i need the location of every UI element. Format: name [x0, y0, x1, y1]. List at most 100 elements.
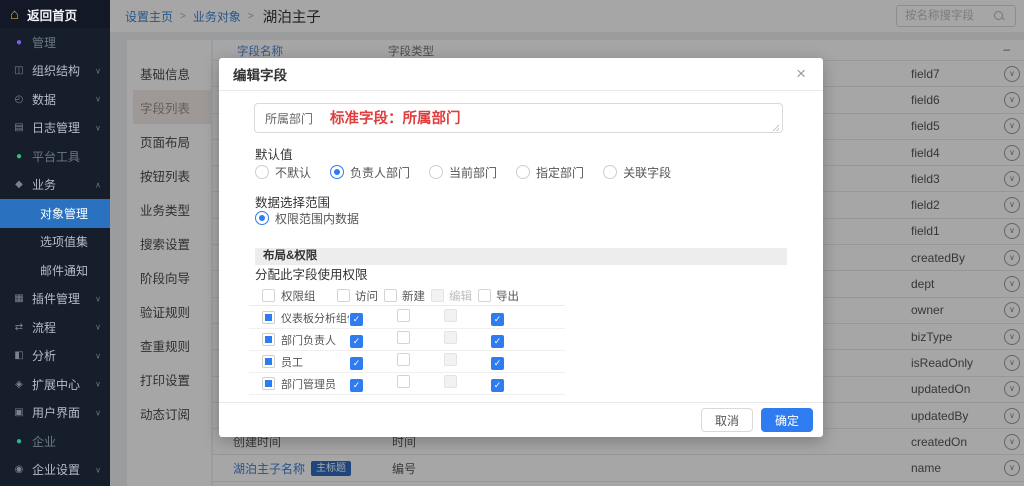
sidebar-item-icon: ◧	[12, 350, 26, 361]
sidebar-item[interactable]: ◈ 扩展中心 ∨	[0, 370, 110, 399]
create-checkbox-icon[interactable]	[397, 331, 410, 344]
radio-option[interactable]: 负责人部门	[330, 164, 410, 181]
sidebar-item[interactable]: 选项值集	[0, 228, 110, 257]
checkbox-icon[interactable]	[384, 289, 397, 302]
sidebar-item-icon: ●	[12, 436, 26, 447]
sidebar-item-icon: ●	[12, 37, 26, 48]
layout-permission-section-bar: 布局&权限	[255, 248, 787, 265]
radio-option[interactable]: 当前部门	[429, 164, 497, 181]
sidebar-item-icon: ⇄	[12, 322, 26, 333]
sidebar-item-icon: ◴	[12, 94, 26, 105]
sidebar-item[interactable]: 对象管理	[0, 199, 110, 228]
radio-icon[interactable]	[516, 165, 530, 179]
sidebar-item-icon: ◆	[12, 179, 26, 190]
checkbox-icon[interactable]	[262, 289, 275, 302]
sidebar-item-label: 业务	[32, 176, 56, 193]
confirm-button[interactable]: 确定	[761, 408, 813, 432]
permission-group-label: 权限组	[281, 288, 316, 304]
chevron-icon: ∨	[95, 123, 101, 132]
sidebar-item-label: 日志管理	[32, 119, 80, 136]
sidebar: ⌂ 返回首页 ● 管理 ◫ 组织结构 ∨ ◴ 数据 ∨ ▤ 日志管理	[0, 0, 110, 486]
create-checkbox-icon[interactable]	[397, 353, 410, 366]
cancel-button[interactable]: 取消	[701, 408, 753, 432]
sidebar-item-label: 数据	[32, 91, 56, 108]
sidebar-item-icon: ▤	[12, 122, 26, 133]
permission-column-header: 新建	[384, 288, 431, 304]
sidebar-menu: ● 管理 ◫ 组织结构 ∨ ◴ 数据 ∨ ▤ 日志管理 ∨ ● 平	[0, 28, 110, 486]
field-label-input[interactable]: 所属部门	[254, 103, 783, 133]
chevron-icon: ∨	[95, 380, 101, 389]
sidebar-item[interactable]: 邮件通知	[0, 256, 110, 285]
radio-option[interactable]: 不默认	[255, 164, 311, 181]
close-icon[interactable]: ×	[791, 62, 811, 86]
default-value-radio-group: 不默认 负责人部门 当前部门 指定部门 关联字段	[255, 163, 671, 181]
sidebar-item[interactable]: ⇄ 流程 ∨	[0, 313, 110, 342]
permission-row-label: 部门负责人	[281, 332, 336, 348]
export-checkbox-icon[interactable]	[491, 357, 504, 370]
edit-checkbox-icon	[444, 331, 457, 344]
sidebar-item-label: 企业	[32, 433, 56, 450]
radio-label: 不默认	[275, 164, 311, 181]
radio-icon[interactable]	[429, 165, 443, 179]
default-value-label: 默认值	[255, 144, 293, 163]
row-select-checkbox-icon[interactable]	[262, 377, 275, 390]
sidebar-item-label: 选项值集	[40, 233, 88, 250]
checkbox-icon[interactable]	[478, 289, 491, 302]
chevron-icon: ∨	[95, 323, 101, 332]
sidebar-home-link[interactable]: ⌂ 返回首页	[0, 0, 110, 28]
permission-column-header: 访问	[337, 288, 384, 304]
sidebar-item-label: 管理	[32, 34, 56, 51]
sidebar-item[interactable]: ▦ 插件管理 ∨	[0, 285, 110, 314]
permission-column-label: 导出	[496, 288, 519, 304]
radio-option[interactable]: 指定部门	[516, 164, 584, 181]
radio-icon[interactable]	[255, 165, 269, 179]
sidebar-item-icon: ▣	[12, 407, 26, 418]
edit-checkbox-icon	[444, 309, 457, 322]
sidebar-item[interactable]: ◧ 分析 ∨	[0, 342, 110, 371]
create-checkbox-icon[interactable]	[397, 375, 410, 388]
radio-option[interactable]: 关联字段	[603, 164, 671, 181]
export-checkbox-icon[interactable]	[491, 335, 504, 348]
export-checkbox-icon[interactable]	[491, 379, 504, 392]
radio-icon[interactable]	[255, 211, 269, 225]
radio-icon[interactable]	[603, 165, 617, 179]
access-checkbox-icon[interactable]	[350, 313, 363, 326]
row-select-checkbox-icon[interactable]	[262, 355, 275, 368]
permission-row: 部门管理员	[249, 373, 565, 395]
access-checkbox-icon[interactable]	[350, 379, 363, 392]
sidebar-item-icon: ▦	[12, 293, 26, 304]
sidebar-item[interactable]: ◴ 数据 ∨	[0, 85, 110, 114]
permission-row: 仪表板分析组件	[249, 307, 565, 329]
radio-option[interactable]: 权限范围内数据	[255, 210, 359, 227]
radio-label: 关联字段	[623, 164, 671, 181]
sidebar-item-label: 企业设置	[32, 461, 80, 478]
permission-row-label: 部门管理员	[281, 376, 336, 392]
checkbox-icon[interactable]	[337, 289, 350, 302]
row-select-checkbox-icon[interactable]	[262, 311, 275, 324]
chevron-icon: ∨	[95, 294, 101, 303]
home-label: 返回首页	[27, 5, 77, 24]
sidebar-item[interactable]: ● 企业	[0, 427, 110, 456]
export-checkbox-icon[interactable]	[491, 313, 504, 326]
chevron-icon: ∧	[95, 180, 101, 189]
sidebar-item[interactable]: ● 平台工具	[0, 142, 110, 171]
sidebar-item[interactable]: ▤ 日志管理 ∨	[0, 114, 110, 143]
sidebar-item[interactable]: ▣ 用户界面 ∨	[0, 399, 110, 428]
permission-columns: 访问 新建 编辑 导出	[337, 288, 525, 304]
row-select-checkbox-icon[interactable]	[262, 333, 275, 346]
checkbox-icon[interactable]	[431, 289, 444, 302]
chevron-icon: ∨	[95, 465, 101, 474]
chevron-icon: ∨	[95, 351, 101, 360]
radio-icon[interactable]	[330, 165, 344, 179]
access-checkbox-icon[interactable]	[350, 335, 363, 348]
sidebar-item-label: 插件管理	[32, 290, 80, 307]
sidebar-item[interactable]: ◉ 企业设置 ∨	[0, 456, 110, 485]
permission-row-label: 员工	[281, 354, 303, 370]
create-checkbox-icon[interactable]	[397, 309, 410, 322]
sidebar-item[interactable]: ◫ 组织结构 ∨	[0, 57, 110, 86]
sidebar-item[interactable]: ● 管理	[0, 28, 110, 57]
sidebar-item[interactable]: ◆ 业务 ∧	[0, 171, 110, 200]
permission-column-label: 新建	[402, 288, 425, 304]
sidebar-item-label: 扩展中心	[32, 376, 80, 393]
access-checkbox-icon[interactable]	[350, 357, 363, 370]
